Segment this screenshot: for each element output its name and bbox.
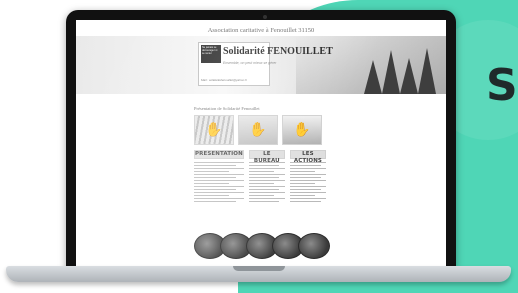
laptop-notch — [233, 266, 285, 271]
tree-icon — [382, 50, 400, 94]
logo-email[interactable]: Mail : solidaritefenouillet@yahoo.fr — [201, 78, 291, 82]
column-heading[interactable]: LE BUREAU — [248, 150, 285, 164]
column-text — [248, 162, 285, 202]
photo-circles — [194, 233, 334, 261]
photo-strip: ✋ ✋ ✋ — [194, 115, 322, 145]
logo-mini-panel: Ne jamais se décourager ni se renier — [201, 45, 221, 63]
laptop-screen: Association caritative à Fenouillet 3115… — [76, 20, 446, 267]
column-text — [289, 162, 326, 202]
photo-hands-icon: ✋ — [238, 115, 278, 145]
column-bureau: LE BUREAU — [248, 150, 285, 232]
logo-tagline: Ensemble, on peut mieux se gérer — [223, 61, 277, 65]
tree-icon — [400, 58, 418, 94]
column-text — [194, 162, 244, 202]
column-actions: LES ACTIONS — [289, 150, 326, 232]
logo-brand: Solidarité FENOUILLET — [223, 46, 333, 57]
info-columns: PRESENTATION LE BUREAU LES ACTIONS — [194, 150, 326, 232]
column-heading[interactable]: LES ACTIONS — [289, 150, 326, 164]
tree-icon — [364, 60, 382, 94]
camera-icon — [263, 15, 267, 19]
section-title: Présentation de Solidarité Fenouillet — [194, 106, 260, 111]
column-heading[interactable]: PRESENTATION — [194, 150, 244, 159]
circle-photo-icon — [298, 233, 330, 259]
photo-hands-icon: ✋ — [282, 115, 322, 145]
site-title: Association caritative à Fenouillet 3115… — [207, 27, 315, 34]
column-presentation: PRESENTATION — [194, 150, 244, 232]
side-letter: S — [486, 60, 518, 111]
tree-icon — [418, 48, 436, 94]
photo-hands-icon: ✋ — [194, 115, 234, 145]
